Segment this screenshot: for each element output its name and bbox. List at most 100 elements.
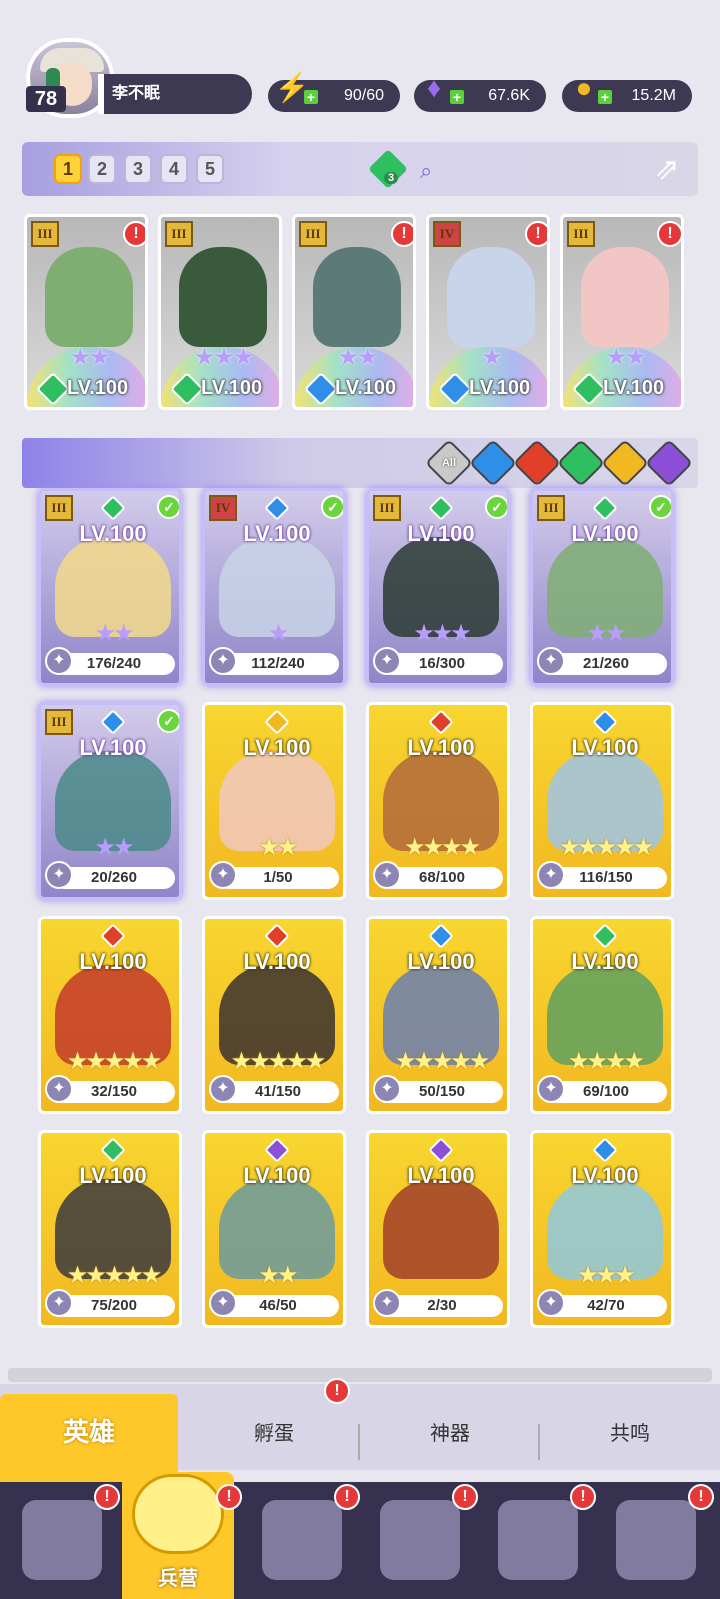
alert-icon: ! bbox=[570, 1484, 596, 1510]
banner-nav-icon[interactable] bbox=[616, 1500, 696, 1580]
add-gems-icon[interactable]: + bbox=[450, 90, 464, 104]
fire-element-icon bbox=[428, 709, 454, 735]
team-slot-3[interactable]: 3 bbox=[124, 154, 152, 184]
hero-card[interactable]: LV.100 ★★★★★ 116/150 ✦ bbox=[530, 702, 674, 900]
hero-card[interactable]: LV.100 ★★★ 42/70 ✦ bbox=[530, 1130, 674, 1328]
castle-nav-icon[interactable] bbox=[380, 1500, 460, 1580]
hero-card[interactable]: LV.100 ★★ 46/50 ✦ bbox=[202, 1130, 346, 1328]
add-gold-icon[interactable]: + bbox=[598, 90, 612, 104]
cards-nav-icon[interactable] bbox=[22, 1500, 102, 1580]
hero-card[interactable]: LV.100 ★★ 1/50 ✦ bbox=[202, 702, 346, 900]
alert-icon: ! bbox=[94, 1484, 120, 1510]
hero-card[interactable]: LV.100 ★★★ 16/300 ✦ III ✓ bbox=[366, 488, 510, 686]
add-energy-icon[interactable]: + bbox=[304, 90, 318, 104]
team-slot-1[interactable]: 1 bbox=[54, 154, 82, 184]
tab-hatch[interactable]: 孵蛋 bbox=[186, 1402, 362, 1466]
hero-level: LV.100 bbox=[571, 1163, 639, 1188]
hero-card[interactable]: LV.100 ★★★★★ 75/200 ✦ bbox=[38, 1130, 182, 1328]
shard-icon: ✦ bbox=[537, 1075, 565, 1103]
hero-portrait bbox=[447, 247, 535, 347]
hero-level: LV.100 bbox=[571, 949, 639, 974]
hero-card[interactable]: LV.100 ★★ 20/260 ✦ III ✓ bbox=[38, 702, 182, 900]
water-element-icon bbox=[100, 709, 126, 735]
star-rating: ★★ bbox=[605, 344, 646, 371]
share-icon[interactable]: ⇗ bbox=[646, 150, 688, 190]
magnifier-icon[interactable]: ⌕ bbox=[420, 158, 446, 184]
dark-element-icon bbox=[428, 1137, 454, 1163]
hero-portrait bbox=[313, 247, 401, 347]
hero-card[interactable]: LV.100 ★★★★★ 50/150 ✦ bbox=[366, 916, 510, 1114]
team-slot-4[interactable]: 4 bbox=[160, 154, 188, 184]
earth-element-icon bbox=[592, 495, 618, 521]
hero-card[interactable]: LV.100 ★★★★ 69/100 ✦ bbox=[530, 916, 674, 1114]
team-slot-2[interactable]: 2 bbox=[88, 154, 116, 184]
team-card[interactable]: ★ LV.100 IV ! bbox=[426, 214, 550, 410]
barracks-icon bbox=[132, 1474, 224, 1554]
player-name[interactable]: 李不眠 bbox=[98, 74, 252, 114]
hero-level: LV.100 bbox=[79, 949, 147, 974]
alert-icon: ! bbox=[452, 1484, 478, 1510]
hero-card[interactable]: LV.100 ★★★★ 68/100 ✦ bbox=[366, 702, 510, 900]
team-card[interactable]: ★★ LV.100 III ! bbox=[292, 214, 416, 410]
hero-card[interactable]: LV.100 ★★★★★ 32/150 ✦ bbox=[38, 916, 182, 1114]
hero-card[interactable]: LV.100 ★★★★★ 41/150 ✦ bbox=[202, 916, 346, 1114]
tab-resonance[interactable]: 共鸣 bbox=[542, 1402, 718, 1466]
map-nav-icon[interactable] bbox=[262, 1500, 342, 1580]
hero-card[interactable]: LV.100 ★★ 21/260 ✦ III ✓ bbox=[530, 488, 674, 686]
coin-icon: ● bbox=[575, 72, 593, 103]
rank-badge: III bbox=[537, 495, 565, 521]
star-rating: ★★★★★ bbox=[394, 1048, 491, 1075]
hero-level: LV.100 bbox=[243, 735, 311, 760]
star-rating: ★★ bbox=[94, 620, 134, 647]
star-rating: ★★ bbox=[337, 344, 378, 371]
hero-level: LV.100 bbox=[79, 735, 147, 760]
star-rating: ★★★★★ bbox=[558, 834, 655, 861]
hero-portrait bbox=[45, 247, 133, 347]
alert-icon: ! bbox=[216, 1484, 242, 1510]
rank-badge: III bbox=[567, 221, 595, 247]
hero-level: LV.100 bbox=[243, 521, 311, 546]
water-element-icon bbox=[592, 709, 618, 735]
hero-card[interactable]: LV.100 2/30 ✦ bbox=[366, 1130, 510, 1328]
star-rating: ★★★★ bbox=[403, 834, 481, 861]
rank-badge: IV bbox=[433, 221, 461, 247]
shard-icon: ✦ bbox=[537, 647, 565, 675]
rank-badge: IV bbox=[209, 495, 237, 521]
star-rating: ★★★★ bbox=[567, 1048, 645, 1075]
hero-level: LV.100 bbox=[243, 1163, 311, 1188]
hero-level: LV.100 bbox=[571, 521, 639, 546]
hero-level: LV.100 bbox=[243, 949, 311, 974]
star-rating: ★★ bbox=[69, 344, 110, 371]
tab-artifact[interactable]: 神器 bbox=[362, 1402, 538, 1466]
fire-element-icon bbox=[100, 923, 126, 949]
team-slot-5[interactable]: 5 bbox=[196, 154, 224, 184]
alert-icon: ! bbox=[391, 221, 413, 247]
shard-icon: ✦ bbox=[373, 1075, 401, 1103]
earth-element-icon bbox=[592, 923, 618, 949]
star-rating: ★★★★★ bbox=[230, 1048, 327, 1075]
tab-divider bbox=[538, 1424, 540, 1460]
alert-icon: ! bbox=[657, 221, 681, 247]
team-card[interactable]: ★★ LV.100 III ! bbox=[24, 214, 148, 410]
hero-card[interactable]: LV.100 ★ 112/240 ✦ IV ✓ bbox=[202, 488, 346, 686]
earth-element-icon bbox=[100, 1137, 126, 1163]
player-level: 78 bbox=[26, 86, 66, 112]
fire-element-icon bbox=[264, 923, 290, 949]
water-element-icon bbox=[428, 923, 454, 949]
check-icon: ✓ bbox=[649, 495, 671, 519]
mushroom-nav-icon[interactable] bbox=[498, 1500, 578, 1580]
shard-icon: ✦ bbox=[209, 1075, 237, 1103]
shard-icon: ✦ bbox=[209, 647, 237, 675]
alert-icon: ! bbox=[525, 221, 547, 247]
hero-card[interactable]: LV.100 ★★ 176/240 ✦ III ✓ bbox=[38, 488, 182, 686]
star-rating: ★★ bbox=[258, 834, 298, 861]
team-card[interactable]: ★★ LV.100 III ! bbox=[560, 214, 684, 410]
rank-badge: III bbox=[45, 495, 73, 521]
gems-value: 67.6K bbox=[488, 87, 530, 104]
earth-element-icon bbox=[428, 495, 454, 521]
team-card[interactable]: ★★★ LV.100 III bbox=[158, 214, 282, 410]
star-rating: ★ bbox=[267, 620, 290, 647]
hero-level: LV.100 bbox=[335, 377, 397, 399]
check-icon: ✓ bbox=[157, 709, 179, 733]
hero-portrait bbox=[383, 1179, 499, 1279]
